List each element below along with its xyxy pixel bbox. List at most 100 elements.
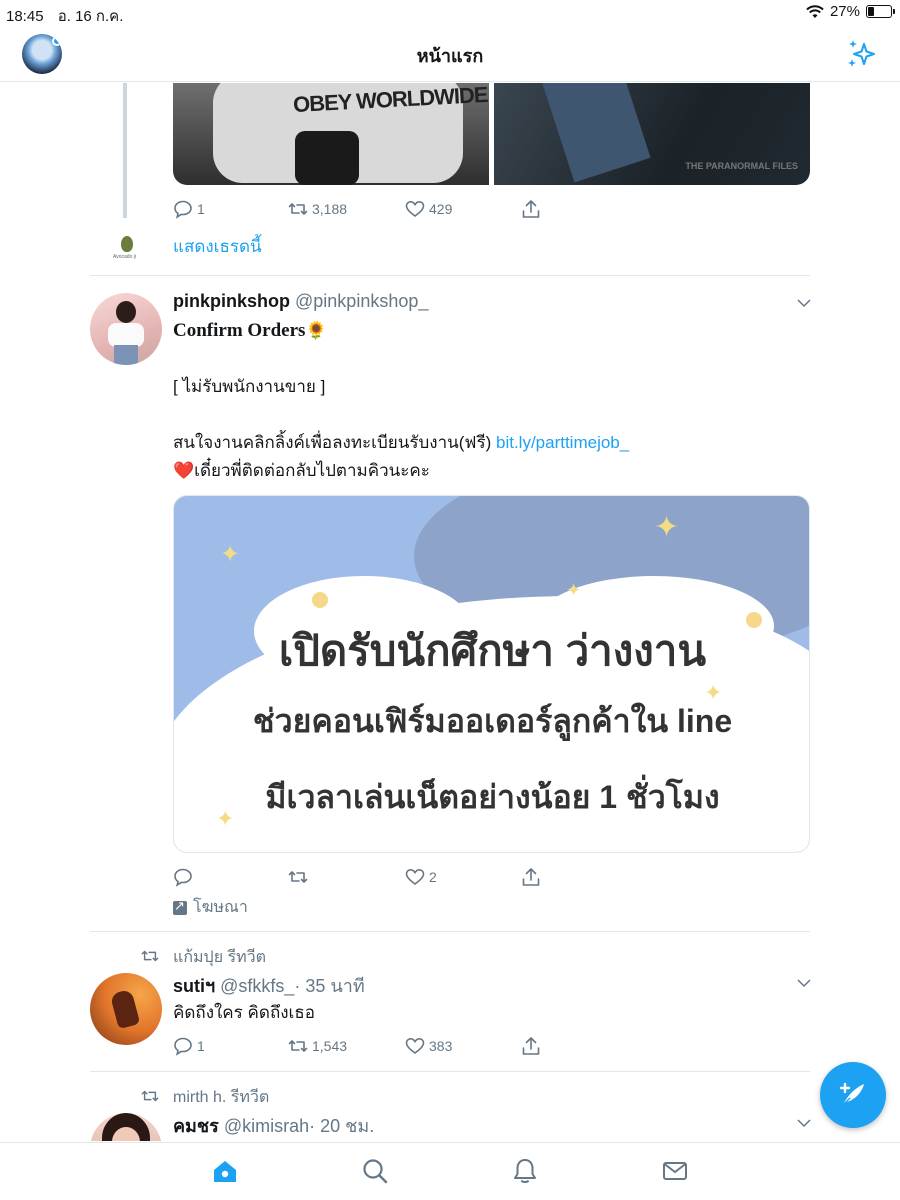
avatar-head (116, 301, 136, 323)
like-button[interactable]: 383 (405, 1036, 452, 1056)
promoted-text: โฆษณา (193, 899, 248, 916)
photo-sleeve (537, 83, 651, 183)
tweet-photo-2[interactable]: THE PARANORMAL FILES (494, 83, 810, 185)
tab-search[interactable] (361, 1157, 389, 1185)
tweet-photo-1[interactable]: OBEY WORLDWIDE (173, 83, 489, 185)
retweeted-by-text[interactable]: แก้มปุย รีทวีต (173, 945, 266, 970)
like-button[interactable]: 2 (405, 867, 437, 887)
retweet-icon (288, 1040, 308, 1052)
photo-watermark: THE PARANORMAL FILES (685, 161, 798, 171)
ad-image-card[interactable]: ✦ ✦ ✦ ✦ ✦ เปิดรับนักศึกษา ว่างงาน ช่วยคอ… (173, 495, 810, 853)
reply-button[interactable]: 1 (173, 199, 205, 219)
photo-phone (295, 131, 359, 185)
retweet-button[interactable]: 3,188 (288, 199, 347, 219)
like-count: 2 (429, 869, 437, 885)
tweet-divider (90, 1071, 810, 1072)
tweet-media-gallery[interactable]: OBEY WORLDWIDE THE PARANORMAL FILES (173, 83, 810, 185)
reply-button[interactable] (173, 867, 197, 887)
star-decoration: ✦ (220, 541, 241, 568)
envelope-icon (663, 1162, 687, 1180)
home-icon (214, 1161, 236, 1182)
display-name[interactable]: คมชร (173, 1116, 219, 1136)
avatar-hand (109, 988, 141, 1030)
user-handle: @pinkpinkshop_ (295, 291, 429, 311)
dot-decoration (312, 592, 328, 608)
tweet-divider (90, 275, 810, 276)
chevron-down-icon[interactable] (796, 295, 812, 311)
sunflower-emoji: 🌻 (305, 321, 327, 340)
status-right: 27% (806, 3, 895, 20)
share-button[interactable] (521, 1036, 541, 1056)
page-title: หน้าแรก (416, 46, 484, 66)
display-name[interactable]: pinkpinkshop (173, 291, 290, 311)
avocado-icon (121, 236, 133, 252)
heart-icon (405, 200, 425, 218)
share-icon (522, 200, 540, 218)
tab-home[interactable] (211, 1157, 239, 1185)
avatar-shirt (108, 323, 144, 347)
promoted-label[interactable]: โฆษณา (173, 895, 248, 920)
share-button[interactable] (521, 867, 541, 887)
wifi-icon (806, 4, 824, 18)
retweet-button[interactable] (288, 867, 312, 887)
kimisrah-avatar[interactable] (90, 1113, 162, 1141)
confirm-orders-text: Confirm Orders (173, 320, 306, 341)
bottom-tab-bar (0, 1142, 900, 1200)
heart-icon (405, 1037, 425, 1055)
like-button[interactable]: 429 (405, 199, 452, 219)
battery-fill (868, 7, 874, 16)
share-icon (522, 1037, 540, 1055)
share-button[interactable] (521, 199, 541, 219)
tweet-header: pinkpinkshop @pinkpinkshop_ (173, 291, 428, 312)
chevron-down-icon[interactable] (796, 1115, 812, 1131)
reply-count: 1 (197, 1038, 205, 1054)
status-time-date: 18:45 อ. 16 ก.ค. (6, 4, 123, 28)
tweet-text: Confirm Orders🌻 [ ไม่รับพนักงานขาย ] สนใ… (173, 317, 629, 485)
retweeted-by-text[interactable]: mirth h. รีทวีต (173, 1085, 269, 1110)
retweeted-by: แก้มปุย รีทวีต (141, 945, 266, 970)
tweet-time: · 20 ชม. (309, 1116, 375, 1136)
retweet-count: 1,543 (312, 1038, 348, 1054)
tweet-divider (90, 931, 810, 932)
retweet-button[interactable]: 1,543 (288, 1036, 347, 1056)
suti-avatar[interactable] (90, 973, 162, 1045)
retweet-icon (141, 950, 159, 962)
chevron-down-icon[interactable] (796, 975, 812, 991)
compose-tweet-button[interactable] (820, 1062, 886, 1128)
avatar-tag: Avocado ji (113, 254, 136, 260)
retweet-icon (288, 871, 308, 883)
ad-subline-2: มีเวลาเล่นเน็ตอย่างน้อย 1 ชั่วโมง (265, 779, 720, 815)
user-handle: @kimisrah (223, 1116, 310, 1136)
pinkpinkshop-avatar[interactable] (90, 293, 162, 365)
display-name[interactable]: sutiฯ (173, 976, 215, 996)
like-count: 429 (429, 201, 453, 217)
contact-back-text: เดี๋ยวพี่ติดต่อกลับไปตามคิวนะคะ (194, 461, 430, 480)
search-icon (363, 1159, 388, 1184)
retweet-count: 3,188 (312, 201, 348, 217)
no-sales-staff-text: [ ไม่รับพนักงานขาย ] (173, 377, 326, 396)
ad-subline-1: ช่วยคอนเฟิร์มออเดอร์ลูกค้าใน line (252, 703, 733, 739)
share-icon (522, 868, 540, 886)
status-date: อ. 16 ก.ค. (57, 8, 124, 25)
timeline-feed[interactable]: OBEY WORLDWIDE THE PARANORMAL FILES 1 3,… (0, 83, 900, 1141)
retweet-icon (288, 203, 308, 215)
top-nav: หน้าแรก (0, 26, 900, 82)
reply-button[interactable]: 1 (173, 1036, 205, 1056)
tweet-text: คิดถึงใคร คิดถึงเธอ (173, 1003, 315, 1022)
reply-icon (174, 200, 192, 219)
thread-author-avatar[interactable]: Avocado ji (110, 233, 142, 265)
tweet-link[interactable]: bit.ly/parttimejob_ (496, 433, 629, 452)
ad-headline: เปิดรับนักศึกษา ว่างงาน (278, 627, 707, 674)
show-thread-link[interactable]: แสดงเธรดนี้ (173, 233, 262, 260)
tab-notifications[interactable] (511, 1157, 539, 1185)
thread-connector (123, 83, 127, 218)
register-text: สนใจงานคลิกลิ้งค์เพื่อลงทะเบียนรับงาน(ฟร… (173, 433, 492, 452)
heart-icon (405, 868, 425, 886)
battery-percent: 27% (829, 3, 860, 20)
sparkle-icon[interactable] (846, 38, 878, 70)
tab-messages[interactable] (661, 1157, 689, 1185)
like-count: 383 (429, 1038, 453, 1054)
user-handle: @sfkkfs_ (220, 976, 295, 996)
